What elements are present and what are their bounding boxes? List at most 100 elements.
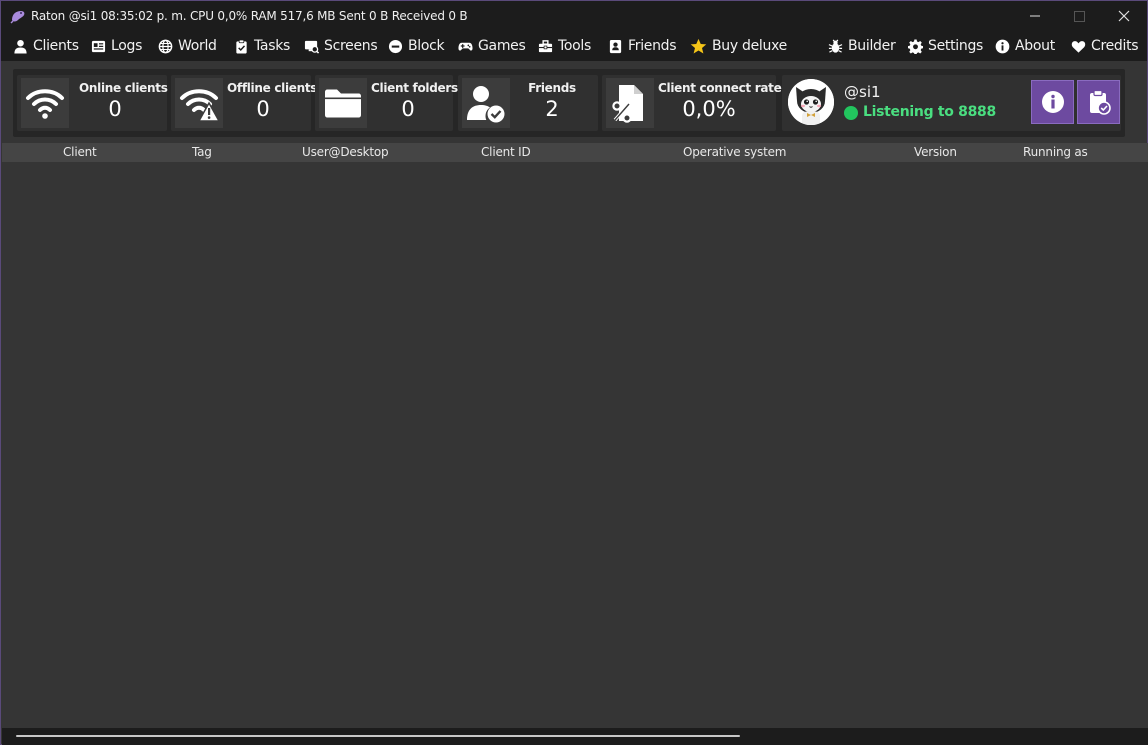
profile-card: @si1 Listening to 8888: [782, 75, 1121, 131]
menu-tasks[interactable]: Tasks: [234, 35, 290, 57]
menu-logs[interactable]: Logs: [91, 35, 142, 57]
menu-bar: Clients Logs World Tasks Screens Block G…: [1, 31, 1147, 61]
horizontal-scrollbar[interactable]: [2, 728, 1148, 745]
menu-block[interactable]: Block: [388, 35, 445, 57]
user-icon: [14, 39, 27, 54]
client-folders-icon-box: [319, 78, 367, 128]
app-window: Raton @si1 08:35:02 p. m. CPU 0,0% RAM 5…: [0, 0, 1148, 745]
menu-world-label: World: [178, 38, 217, 54]
menu-about[interactable]: About: [995, 35, 1055, 57]
column-operative-system[interactable]: Operative system: [683, 145, 786, 159]
menu-screens-label: Screens: [324, 38, 378, 54]
connect-rate-card: Client connect rate 0,0%: [602, 75, 782, 131]
online-clients-icon-box: [21, 78, 69, 128]
menu-clients-label: Clients: [33, 38, 79, 54]
menu-block-label: Block: [408, 38, 445, 54]
info-button[interactable]: [1031, 80, 1074, 124]
window-title: Raton @si1 08:35:02 p. m. CPU 0,0% RAM 5…: [31, 9, 468, 23]
menu-buy-deluxe[interactable]: Buy deluxe: [690, 35, 787, 57]
listening-status: Listening to 8888: [863, 104, 996, 120]
online-clients-value: 0: [108, 97, 122, 121]
column-user-desktop[interactable]: User@Desktop: [302, 145, 389, 159]
menu-about-label: About: [1015, 38, 1055, 54]
offline-clients-value: 0: [256, 97, 270, 121]
wifi-icon: [26, 89, 64, 119]
cat-avatar-icon: [788, 79, 834, 125]
connect-rate-icon-box: [606, 78, 654, 128]
client-folders-value: 0: [401, 97, 415, 121]
column-tag[interactable]: Tag: [192, 145, 212, 159]
maximize-button[interactable]: [1056, 1, 1102, 31]
wifi-warning-icon: [180, 89, 219, 122]
connect-rate-label: Client connect rate: [658, 81, 782, 95]
friends-value: 2: [545, 97, 559, 121]
menu-games[interactable]: Games: [458, 35, 526, 57]
menu-friends[interactable]: Friends: [608, 35, 677, 57]
menu-credits-label: Credits: [1091, 38, 1139, 54]
menu-world[interactable]: World: [158, 35, 217, 57]
clipboard-check-button[interactable]: [1077, 80, 1120, 124]
menu-tools-label: Tools: [558, 38, 591, 54]
menu-builder[interactable]: Builder: [828, 35, 896, 57]
clients-table-body[interactable]: [2, 162, 1148, 728]
gear-icon: [908, 38, 923, 54]
heart-icon: [1071, 40, 1086, 53]
block-icon: [388, 39, 403, 53]
avatar[interactable]: [788, 79, 834, 125]
user-check-icon: [467, 86, 505, 123]
contact-card-icon: [609, 39, 622, 53]
menu-credits[interactable]: Credits: [1071, 35, 1139, 57]
minimize-button[interactable]: [1012, 1, 1058, 31]
friends-label: Friends: [528, 81, 576, 95]
client-folders-label: Client folders: [371, 81, 458, 95]
star-icon: [690, 38, 707, 54]
folder-icon: [325, 89, 361, 118]
menu-friends-label: Friends: [628, 38, 677, 54]
offline-clients-label: Offline clients: [227, 81, 318, 95]
menu-screens[interactable]: Screens: [304, 35, 378, 57]
stats-panel: Online clients 0 Offline clients 0 Clien…: [13, 69, 1125, 137]
column-client[interactable]: Client: [63, 145, 97, 159]
title-bar: Raton @si1 08:35:02 p. m. CPU 0,0% RAM 5…: [1, 1, 1147, 31]
clients-table-header: Client Tag User@Desktop Client ID Operat…: [2, 143, 1148, 162]
menu-buy-deluxe-label: Buy deluxe: [712, 38, 787, 54]
menu-builder-label: Builder: [848, 38, 896, 54]
menu-settings-label: Settings: [928, 38, 984, 54]
connect-rate-value: 0,0%: [682, 97, 736, 121]
maximize-icon: [1073, 10, 1085, 22]
online-clients-label: Online clients: [79, 81, 168, 95]
minimize-icon: [1030, 15, 1040, 17]
status-online-indicator: [844, 106, 858, 120]
menu-logs-label: Logs: [111, 38, 143, 54]
bug-icon: [828, 39, 843, 53]
friends-card: Friends 2: [458, 75, 598, 131]
raton-app-icon: [10, 8, 26, 24]
menu-settings[interactable]: Settings: [908, 35, 983, 57]
offline-clients-card: Offline clients 0: [171, 75, 318, 131]
screen-search-icon: [304, 40, 319, 54]
online-clients-card: Online clients 0: [17, 75, 168, 131]
percent-file-icon: [612, 85, 643, 123]
client-folders-card: Client folders 0: [315, 75, 458, 131]
newspaper-icon: [91, 40, 106, 52]
username: @si1: [844, 83, 881, 101]
column-running-as[interactable]: Running as: [1023, 145, 1088, 159]
menu-tools[interactable]: Tools: [538, 35, 591, 57]
toolbox-icon: [538, 39, 553, 52]
info-icon: [1041, 91, 1064, 113]
column-client-id[interactable]: Client ID: [481, 145, 531, 159]
gamepad-icon: [458, 42, 473, 51]
column-version[interactable]: Version: [914, 145, 957, 159]
offline-clients-icon-box: [175, 78, 223, 128]
clipboard-check-icon: [1089, 89, 1111, 115]
menu-tasks-label: Tasks: [254, 38, 291, 54]
close-button[interactable]: [1101, 1, 1147, 31]
menu-clients[interactable]: Clients: [13, 35, 79, 57]
menu-games-label: Games: [478, 38, 526, 54]
scrollbar-thumb[interactable]: [16, 735, 740, 737]
close-icon: [1118, 10, 1130, 22]
globe-icon: [158, 39, 173, 53]
clipboard-check-icon: [236, 39, 247, 54]
friends-icon-box: [462, 78, 510, 128]
info-icon: [995, 39, 1010, 53]
